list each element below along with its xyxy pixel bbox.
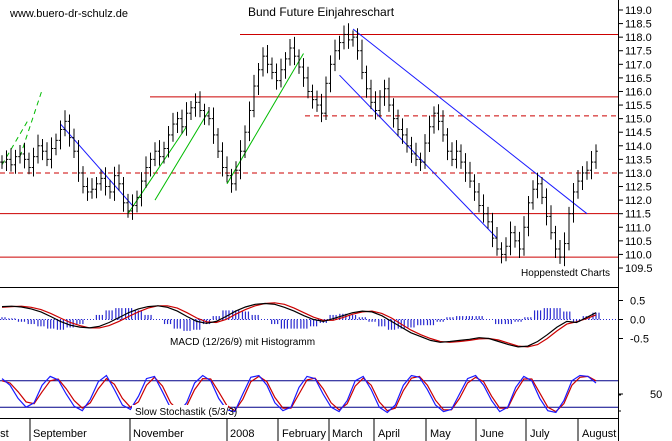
price-tick-label: 115.5 [625, 100, 652, 112]
macd-title: MACD (12/26/9) mit Histogramm [170, 337, 315, 348]
price-tick-label: 117.5 [625, 46, 652, 58]
price-chart-title: Bund Future Einjahreschart [248, 5, 395, 19]
price-tick-label: 109.5 [625, 263, 653, 275]
x-tick-label: May [430, 428, 451, 440]
x-tick-label: March [332, 428, 363, 440]
x-tick-label: ust [0, 428, 9, 440]
price-tick-label: 112.5 [625, 182, 652, 194]
price-tick-label: 110.5 [625, 236, 652, 248]
price-tick-label: 117.0 [625, 59, 652, 71]
price-tick-label: 114.5 [625, 127, 652, 139]
macd-tick-label: -0.5 [630, 334, 649, 346]
macd-tick-label: 0.5 [630, 296, 645, 308]
price-tick-label: 118.5 [625, 19, 652, 31]
price-tick-label: 113.0 [625, 168, 652, 180]
price-tick-label: 115.0 [625, 114, 652, 126]
price-tick-label: 113.5 [625, 154, 652, 166]
x-tick-label: August [582, 428, 616, 440]
price-tick-label: 111.0 [625, 222, 651, 234]
x-tick-label: February [282, 428, 327, 440]
price-tick-label: 116.5 [625, 73, 652, 85]
x-tick-label: 2008 [230, 428, 254, 440]
credit-text: Hoppenstedt Charts [521, 268, 610, 279]
price-tick-label: 112.0 [625, 195, 652, 207]
price-tick-label: 114.0 [625, 141, 652, 153]
price-tick-label: 119.0 [625, 5, 652, 17]
x-tick-label: April [378, 428, 400, 440]
price-tick-label: 110.0 [625, 249, 652, 261]
x-tick-label: September [33, 428, 87, 440]
x-tick-label: November [133, 428, 184, 440]
macd-axis: 0.5 0.0 -0.5 [618, 296, 649, 346]
chart-background [0, 0, 619, 441]
stochastic-axis: 50 [618, 389, 662, 412]
price-axis: 119.0 118.5118.0 117.5117.0 116.5116.0 115.5… [618, 5, 653, 275]
price-tick-label: 111.5 [625, 209, 651, 221]
x-tick-label: June [480, 428, 504, 440]
stochastic-title: Slow Stochastik (5/3/3) [135, 407, 237, 418]
x-tick-label: July [530, 428, 550, 440]
bund-future-chart: www.buero-dr-schulz.de Bund Future Einja… [0, 0, 662, 441]
price-tick-label: 116.0 [625, 86, 652, 98]
macd-tick-label: 0.0 [630, 315, 645, 327]
watermark-text: www.buero-dr-schulz.de [9, 8, 128, 20]
stochastic-tick-label: 50 [650, 389, 662, 401]
price-tick-label: 118.0 [625, 32, 652, 44]
